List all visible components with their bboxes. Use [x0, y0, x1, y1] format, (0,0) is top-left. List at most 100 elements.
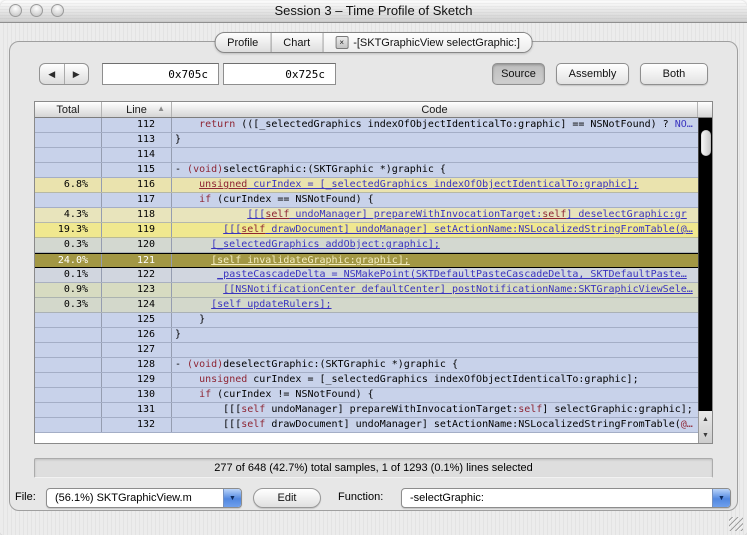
line-number-cell: 118	[102, 208, 172, 222]
file-popup-arrow-icon[interactable]: ▼	[223, 489, 241, 507]
code-cell: if (curIndex == NSNotFound) {	[199, 194, 374, 205]
line-number-cell: 121	[102, 254, 172, 267]
table-body: 112 return (([_selectedGraphics indexOfO…	[35, 118, 712, 443]
line-number-cell: 117	[102, 193, 172, 207]
line-number-cell: 132	[102, 418, 172, 432]
code-cell: [self invalidateGraphic:graphic];	[211, 255, 410, 266]
table-row[interactable]: 126}	[35, 328, 712, 343]
table-row[interactable]: 6.8% 116 unsigned curIndex = [_selectedGr…	[35, 178, 712, 193]
tab-profile[interactable]: Profile	[215, 33, 272, 52]
column-header-scrollbar-stub	[698, 102, 712, 117]
file-popup[interactable]: (56.1%) SKTGraphicView.m ▼	[46, 488, 242, 508]
table-row[interactable]: 0.3% 120 [_selectedGraphics addObject:gra…	[35, 238, 712, 253]
forward-arrow-icon[interactable]: ▶	[65, 64, 89, 84]
function-popup[interactable]: -selectGraphic: ▼	[401, 488, 731, 508]
both-view-button[interactable]: Both	[640, 63, 708, 85]
resize-grip[interactable]	[729, 517, 743, 531]
total-percent-cell	[35, 343, 102, 357]
table-row[interactable]: 117 if (curIndex == NSNotFound) {	[35, 193, 712, 208]
total-percent-cell	[35, 193, 102, 207]
code-cell: [_selectedGraphics addObject:graphic];	[211, 239, 440, 250]
edit-button[interactable]: Edit	[253, 488, 321, 508]
tab-chart[interactable]: Chart	[271, 33, 324, 52]
table-row[interactable]: 24.0% 121 [self invalidateGraphic:graphic…	[35, 253, 712, 268]
table-row[interactable]: 0.9% 123 [[NSNotificationCenter defaultCe…	[35, 283, 712, 298]
vertical-scrollbar[interactable]: ▲ ▼	[698, 118, 712, 443]
line-number-cell: 115	[102, 163, 172, 177]
total-percent-cell	[35, 373, 102, 387]
window-title: Session 3 – Time Profile of Sketch	[274, 3, 473, 18]
tab-code-browser-label: -[SKTGraphicView selectGraphic:]	[353, 36, 520, 49]
table-row[interactable]: 4.3% 118 [[[self undoManager] prepareWith…	[35, 208, 712, 223]
scroll-down-icon[interactable]: ▼	[699, 427, 712, 443]
line-number-cell: 120	[102, 238, 172, 252]
close-window-button[interactable]	[9, 4, 22, 17]
code-cell: _pasteCascadeDelta = NSMakePoint(SKTDefa…	[217, 269, 687, 280]
total-percent-cell: 24.0%	[35, 254, 102, 267]
vertical-scrollbar-track[interactable]	[698, 118, 712, 411]
line-number-cell: 124	[102, 298, 172, 312]
table-row[interactable]: 113}	[35, 133, 712, 148]
table-row[interactable]: 115- (void)selectGraphic:(SKTGraphic *)g…	[35, 163, 712, 178]
code-cell: - (void)deselectGraphic:(SKTGraphic *)gr…	[175, 359, 458, 370]
scroll-up-icon[interactable]: ▲	[699, 411, 712, 427]
column-header-code[interactable]: Code	[172, 102, 698, 117]
address-end-field[interactable]	[223, 63, 336, 85]
minimize-window-button[interactable]	[30, 4, 43, 17]
line-number-cell: 114	[102, 148, 172, 162]
address-start-field[interactable]	[102, 63, 219, 85]
vertical-scrollbar-thumb[interactable]	[701, 130, 711, 156]
line-number-cell: 125	[102, 313, 172, 327]
table-row[interactable]: 114	[35, 148, 712, 163]
table-row[interactable]: 19.3% 119 [[[self drawDocument] undoManag…	[35, 223, 712, 238]
close-tab-icon[interactable]: ×	[335, 36, 349, 49]
column-header-total[interactable]: Total	[35, 102, 102, 117]
code-cell: unsigned curIndex = [_selectedGraphics i…	[199, 374, 639, 385]
code-cell: [[[self drawDocument] undoManager] setAc…	[223, 224, 693, 235]
table-row[interactable]: 129 unsigned curIndex = [_selectedGraphi…	[35, 373, 712, 388]
code-cell: }	[175, 134, 182, 145]
table-header: Total Line ▲ Code	[35, 102, 712, 118]
line-number-cell: 122	[102, 268, 172, 282]
code-cell: [[NSNotificationCenter defaultCenter] po…	[223, 284, 693, 295]
table-row[interactable]: 125 }	[35, 313, 712, 328]
back-arrow-icon[interactable]: ◀	[40, 64, 65, 84]
history-nav-buttons: ◀ ▶	[39, 63, 89, 85]
table-row[interactable]: 132 [[[self drawDocument] undoManager] s…	[35, 418, 712, 433]
line-number-cell: 131	[102, 403, 172, 417]
total-percent-cell	[35, 133, 102, 147]
line-number-cell: 123	[102, 283, 172, 297]
line-number-cell: 113	[102, 133, 172, 147]
title-bar[interactable]: Session 3 – Time Profile of Sketch	[0, 0, 747, 23]
assembly-view-button[interactable]: Assembly	[556, 63, 629, 85]
status-bar: 277 of 648 (42.7%) total samples, 1 of 1…	[34, 458, 713, 478]
vertical-scrollbar-buttons: ▲ ▼	[698, 411, 712, 443]
function-label: Function:	[338, 491, 384, 503]
table-row[interactable]: 0.1% 122 _pasteCascadeDelta = NSMakePoint…	[35, 268, 712, 283]
column-header-line[interactable]: Line ▲	[102, 102, 172, 117]
total-percent-cell: 0.3%	[35, 238, 102, 252]
code-cell: unsigned curIndex = [_selectedGraphics i…	[199, 179, 639, 190]
total-percent-cell	[35, 388, 102, 402]
table-row[interactable]: 128- (void)deselectGraphic:(SKTGraphic *…	[35, 358, 712, 373]
code-cell: return (([_selectedGraphics indexOfObjec…	[199, 119, 693, 130]
code-cell: [[[self undoManager] prepareWithInvocati…	[175, 404, 693, 415]
total-percent-cell: 6.8%	[35, 178, 102, 192]
table-row[interactable]: 130 if (curIndex != NSNotFound) {	[35, 388, 712, 403]
source-view-button[interactable]: Source	[492, 63, 545, 85]
table-row[interactable]: 131 [[[self undoManager] prepareWithInvo…	[35, 403, 712, 418]
code-cell: [self updateRulers];	[211, 299, 332, 310]
tab-code-browser[interactable]: × -[SKTGraphicView selectGraphic:]	[323, 33, 532, 52]
zoom-window-button[interactable]	[51, 4, 64, 17]
function-popup-arrow-icon[interactable]: ▼	[712, 489, 730, 507]
table-row[interactable]: 112 return (([_selectedGraphics indexOfO…	[35, 118, 712, 133]
total-percent-cell: 0.1%	[35, 268, 102, 282]
tab-profile-label: Profile	[227, 36, 259, 49]
table-row[interactable]: 127	[35, 343, 712, 358]
file-popup-value: (56.1%) SKTGraphicView.m	[55, 492, 192, 504]
table-row[interactable]: 0.3% 124 [self updateRulers];	[35, 298, 712, 313]
total-percent-cell: 0.3%	[35, 298, 102, 312]
line-number-cell: 130	[102, 388, 172, 402]
file-label: File:	[15, 491, 36, 503]
line-number-cell: 116	[102, 178, 172, 192]
